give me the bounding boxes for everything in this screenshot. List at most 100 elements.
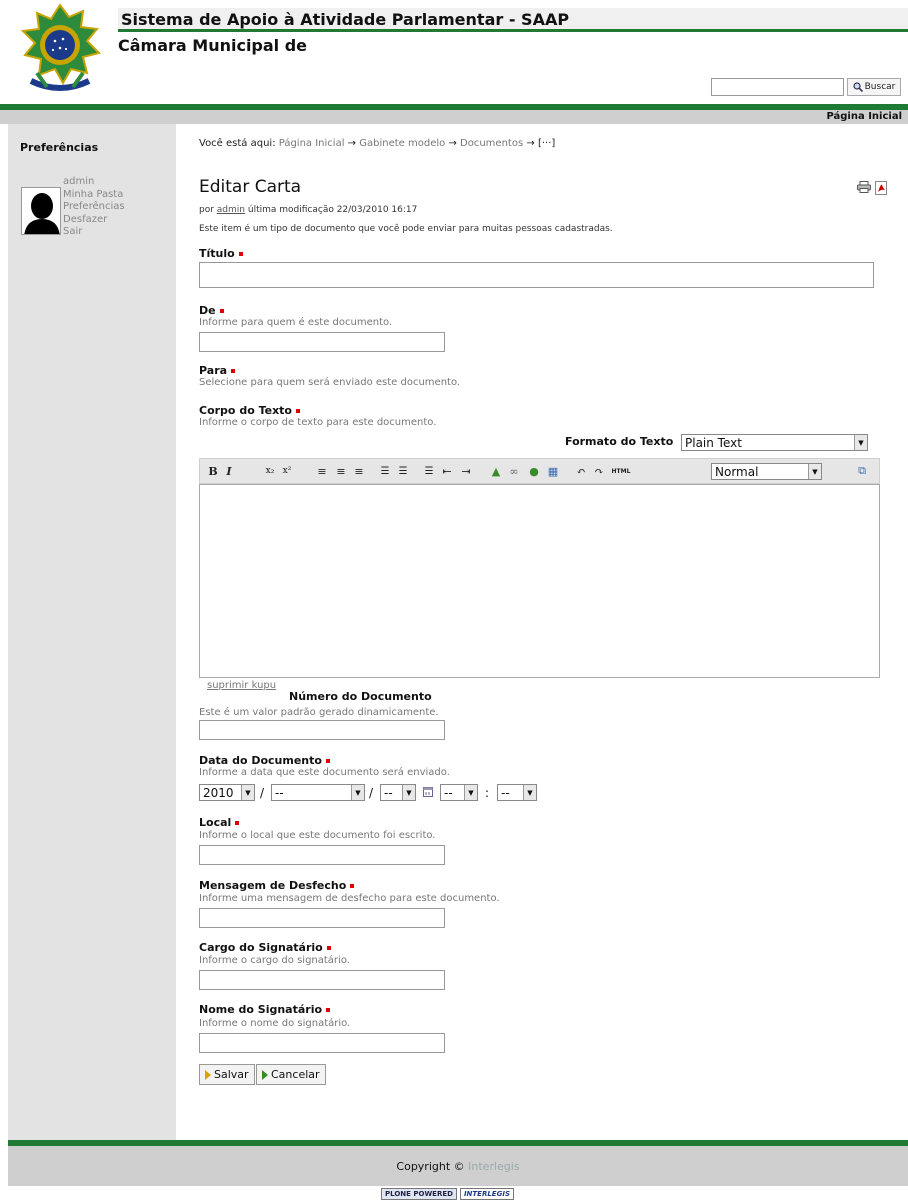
footer: Copyright © Interlegis [8,1146,908,1186]
link-icon[interactable]: ∞ [507,463,521,479]
html-source-icon[interactable]: HTML [610,463,632,479]
avatar [21,187,61,235]
year-select[interactable]: 2010 ▼ [199,784,255,801]
ordered-list-icon[interactable]: ☰ [378,463,392,479]
user-link-logout[interactable]: Sair [63,226,125,239]
anchor-icon[interactable]: ● [527,463,541,479]
required-marker [235,821,240,825]
print-icon[interactable] [857,181,871,193]
numero-label: Número do Documento [289,690,432,703]
interlegis-link[interactable]: Interlegis [468,1160,519,1173]
copyright: Copyright © Interlegis [8,1160,908,1173]
minute-value: -- [501,785,510,800]
redo-icon[interactable]: ↷ [592,463,606,479]
nome-label: Nome do Signatário [199,1003,331,1016]
unordered-list-icon[interactable]: ☰ [396,463,410,479]
mensagem-label: Mensagem de Desfecho [199,879,355,892]
system-title: Sistema de Apoio à Atividade Parlamentar… [121,10,570,29]
fullscreen-icon[interactable]: ⧉ [855,463,869,479]
arrow-icon [205,1069,211,1080]
plone-powered-badge[interactable]: PLONE POWERED [381,1188,457,1200]
chamber-title: Câmara Municipal de [118,36,308,55]
formato-label: Formato do Texto [565,435,674,448]
suprimir-kupu-link[interactable]: suprimir kupu [207,680,276,691]
align-right-icon[interactable]: ≡ [352,463,366,479]
corpo-label-text: Corpo do Texto [199,404,292,417]
month-select[interactable]: -- ▼ [271,784,365,801]
breadcrumb-item-gabinete[interactable]: Gabinete modelo [359,138,445,149]
page-title: Editar Carta [199,177,302,197]
brasao-seal-icon[interactable] [17,3,103,97]
interlegis-badge[interactable]: INTERLEGIS [459,1188,514,1200]
align-left-icon[interactable]: ≡ [315,463,329,479]
cargo-help: Informe o cargo do signatário. [199,955,350,966]
para-label: Para [199,364,236,377]
cargo-input[interactable] [199,970,445,990]
search-button[interactable]: Buscar [847,78,901,96]
titulo-label: Título [199,247,243,260]
cancel-button[interactable]: Cancelar [256,1064,326,1085]
subscript-icon[interactable]: x₂ [263,463,277,479]
table-icon[interactable]: ▦ [546,463,560,479]
breadcrumb-item-documentos[interactable]: Documentos [460,138,523,149]
nome-help: Informe o nome do signatário. [199,1018,351,1029]
copyright-text: Copyright © [396,1160,465,1173]
breadcrumb-arrow: → [526,138,535,149]
outdent-icon[interactable]: ⇤ [440,463,454,479]
italic-icon[interactable]: I [222,463,236,479]
mensagem-input[interactable] [199,908,445,928]
breadcrumb-arrow: → [448,138,457,149]
style-value: Normal [715,464,759,479]
local-label: Local [199,816,240,829]
user-link-undo[interactable]: Desfazer [63,214,125,227]
de-help: Informe para quem é este documento. [199,317,393,328]
undo-icon[interactable]: ↶ [574,463,588,479]
definition-list-icon[interactable]: ☰ [422,463,436,479]
titulo-label-text: Título [199,247,235,260]
formato-select[interactable]: Plain Text ▼ [681,434,868,451]
de-label: De [199,304,224,317]
image-icon[interactable]: ▲ [489,463,503,479]
local-input[interactable] [199,845,445,865]
formato-value: Plain Text [685,435,742,450]
time-separator: : [485,786,490,800]
user-link-my-folder[interactable]: Minha Pasta [63,189,125,202]
indent-icon[interactable]: ⇥ [459,463,473,479]
footer-badges: PLONE POWERED INTERLEGIS [381,1188,514,1200]
numero-help: Este é um valor padrão gerado dinamicame… [199,707,439,718]
bold-icon[interactable]: B [206,463,220,479]
style-select[interactable]: Normal ▼ [711,463,822,480]
tab-home[interactable]: Página Inicial [826,111,902,122]
required-marker [238,252,243,256]
required-marker [231,369,236,373]
minute-select[interactable]: -- ▼ [497,784,537,801]
pdf-icon[interactable] [875,181,887,195]
breadcrumb-item-home[interactable]: Página Inicial [279,138,345,149]
hour-select[interactable]: -- ▼ [440,784,478,801]
required-marker [296,409,300,413]
date-separator: / [369,786,374,800]
byline-prefix: por [199,205,214,215]
superscript-icon[interactable]: x² [280,463,294,479]
de-input[interactable] [199,332,445,352]
corpo-help: Informe o corpo de texto para este docum… [199,417,437,428]
month-value: -- [275,785,284,800]
titulo-input[interactable] [199,262,874,288]
de-label-text: De [199,304,216,317]
user-link-admin[interactable]: admin [63,176,125,189]
day-select[interactable]: -- ▼ [380,784,416,801]
breadcrumb-arrow: → [347,138,357,149]
body-text-editor[interactable] [199,484,880,678]
nome-input[interactable] [199,1033,445,1053]
required-marker [219,309,224,313]
magnifier-icon [853,82,863,92]
align-center-icon[interactable]: ≡ [334,463,348,479]
numero-input[interactable] [199,720,445,740]
search-input[interactable] [711,78,844,96]
save-button-label: Salvar [214,1068,249,1081]
save-button[interactable]: Salvar [199,1064,255,1085]
calendar-icon[interactable] [423,786,433,797]
user-link-preferences[interactable]: Preferências [63,201,125,214]
author-link[interactable]: admin [217,205,245,215]
date-separator: / [260,786,265,800]
